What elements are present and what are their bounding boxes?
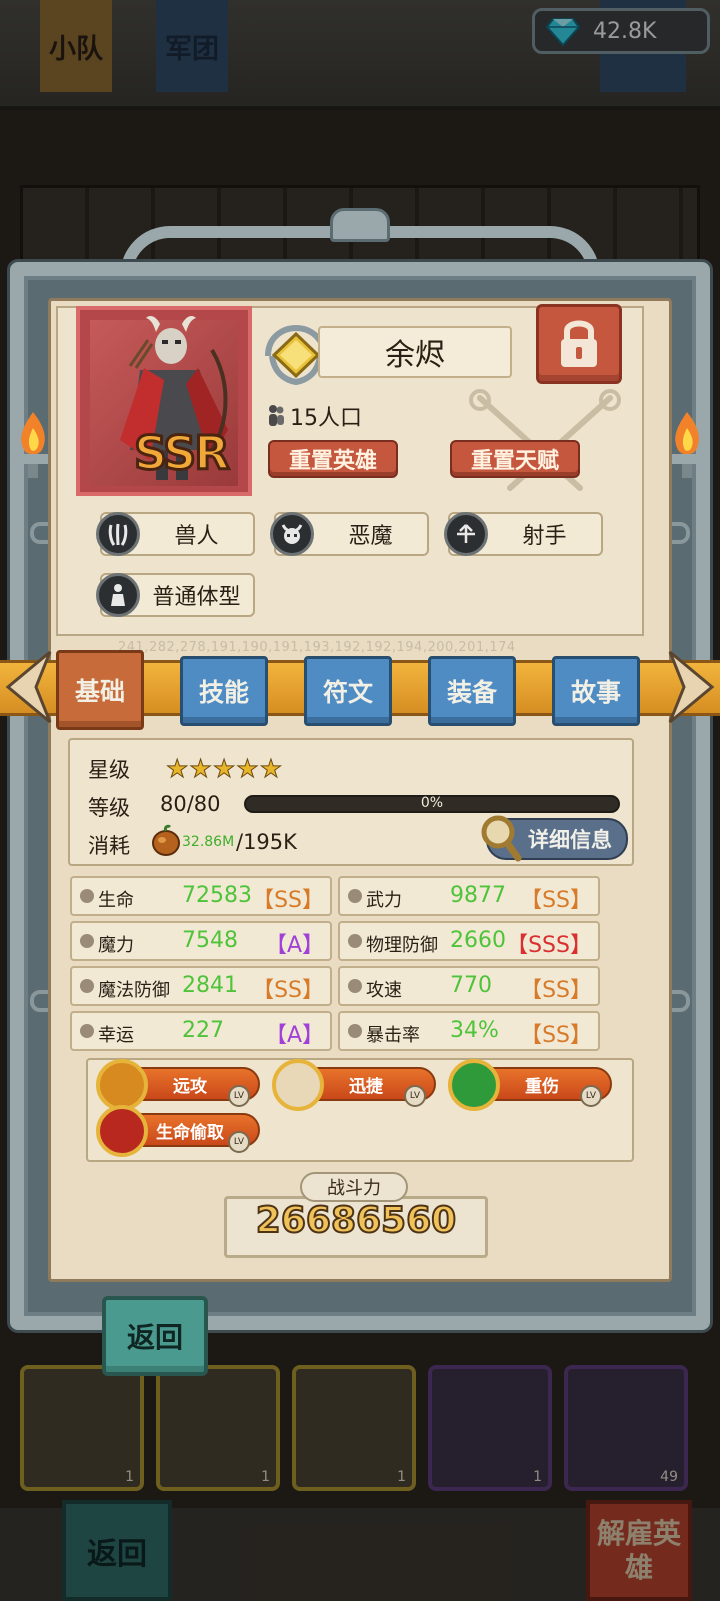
body-icon: [96, 573, 140, 617]
skill-level-badge: LV: [580, 1085, 602, 1107]
reset-hero-button[interactable]: 重置英雄: [268, 440, 398, 478]
tab-story[interactable]: 故事: [552, 656, 640, 726]
tab-basic[interactable]: 基础: [56, 650, 144, 730]
stat-value: 2841: [182, 973, 238, 998]
stat-grade: 【A】: [264, 933, 324, 958]
skill-level-badge: LV: [228, 1085, 250, 1107]
cost-have: 32.86M: [182, 834, 235, 850]
stat-name: 暴击率: [366, 1025, 420, 1046]
skill-level-badge: LV: [404, 1085, 426, 1107]
reset-talent-button[interactable]: 重置天赋: [450, 440, 580, 478]
hero-name: 余烬: [318, 326, 512, 378]
stat-row: 幸运 227 【A】: [70, 1011, 332, 1051]
star-icon: ★: [165, 754, 189, 784]
population-text: 15人口: [290, 406, 362, 431]
tab-skills[interactable]: 技能: [180, 656, 268, 726]
trait-archer: 射手: [444, 512, 603, 556]
star-rating: ★ ★ ★ ★ ★: [165, 754, 283, 784]
shield-icon: [348, 934, 362, 948]
star-icon: ★: [212, 754, 236, 784]
lifesteal-skill-icon[interactable]: [96, 1105, 148, 1157]
arrow-right-icon[interactable]: [666, 648, 720, 726]
demon-icon: [270, 512, 314, 556]
heart-icon: [80, 889, 94, 903]
cost-label: 消耗: [88, 834, 130, 858]
debug-numbers: 241,282,278,191,190,191,193,192,192,194,…: [118, 640, 516, 655]
stat-grade: 【SS】: [520, 978, 592, 1003]
stat-name: 幸运: [98, 1025, 134, 1046]
stat-name: 武力: [366, 890, 402, 911]
back-button[interactable]: 返回: [102, 1296, 208, 1376]
stat-name: 生命: [98, 890, 134, 911]
stat-grade: 【SS】: [252, 888, 324, 913]
stat-row: 魔力 7548 【A】: [70, 921, 332, 961]
power-label: 战斗力: [300, 1172, 408, 1202]
stat-name: 魔力: [98, 935, 134, 956]
level-label: 等级: [88, 796, 130, 820]
stat-grade: 【SS】: [520, 1023, 592, 1048]
stat-value: 2660: [450, 928, 506, 953]
tab-equipment[interactable]: 装备: [428, 656, 516, 726]
meat-icon: [152, 824, 180, 856]
cost-need: /195K: [236, 830, 297, 854]
population-info: 15人口: [266, 400, 362, 432]
stat-row: 攻速 770 【SS】: [338, 966, 600, 1006]
stat-row: 武力 9877 【SS】: [338, 876, 600, 916]
grievous-skill-icon[interactable]: [448, 1059, 500, 1111]
stat-name: 攻速: [366, 980, 402, 1001]
skill-level-badge: LV: [228, 1131, 250, 1153]
level-progress-text: 0%: [420, 795, 444, 811]
power-value: 26686560: [255, 1199, 457, 1242]
stat-value: 227: [182, 1018, 224, 1043]
arrow-left-icon[interactable]: [0, 648, 54, 726]
wing-icon: [348, 979, 362, 993]
bow-icon: [444, 512, 488, 556]
clover-icon: [80, 1024, 94, 1038]
stat-row: 暴击率 34% 【SS】: [338, 1011, 600, 1051]
trait-orc: 兽人: [96, 512, 255, 556]
stat-value: 9877: [450, 883, 506, 908]
stat-grade: 【SS】: [252, 978, 324, 1003]
frame-knob: [330, 208, 390, 242]
stat-row: 魔法防御 2841 【SS】: [70, 966, 332, 1006]
tab-runes[interactable]: 符文: [304, 656, 392, 726]
stat-value: 34%: [450, 1018, 499, 1043]
sword-icon: [348, 889, 362, 903]
stat-value: 72583: [182, 883, 252, 908]
level-value: 80/80: [160, 792, 221, 816]
lock-button[interactable]: [536, 304, 622, 384]
population-icon: [269, 405, 284, 426]
star-icon: ★: [259, 754, 283, 784]
swift-skill-icon[interactable]: [272, 1059, 324, 1111]
stat-name: 魔法防御: [98, 980, 170, 1001]
stat-grade: 【A】: [264, 1023, 324, 1048]
rarity-badge: SSR: [133, 425, 232, 482]
stat-grade: 【SS】: [520, 888, 592, 913]
level-progress-bar: 0%: [244, 795, 620, 813]
star-icon: ★: [189, 754, 212, 784]
stat-value: 7548: [182, 928, 238, 953]
magic-shield-icon: [80, 979, 94, 993]
ranged-skill-icon[interactable]: [96, 1059, 148, 1111]
trait-demon: 恶魔: [270, 512, 429, 556]
claw-icon: [96, 512, 140, 556]
burst-icon: [348, 1024, 362, 1038]
trait-body-type: 普通体型: [96, 573, 255, 617]
sparkle-icon: [80, 934, 94, 948]
magnifier-icon: [481, 815, 522, 862]
stat-row: 物理防御 2660 【SSS】: [338, 921, 600, 961]
stat-value: 770: [450, 973, 492, 998]
stat-grade: 【SSS】: [506, 933, 592, 958]
stat-row: 生命 72583 【SS】: [70, 876, 332, 916]
star-label: 星级: [88, 758, 130, 782]
star-icon: ★: [236, 754, 259, 784]
stat-name: 物理防御: [366, 935, 438, 956]
lock-icon: [561, 320, 597, 367]
